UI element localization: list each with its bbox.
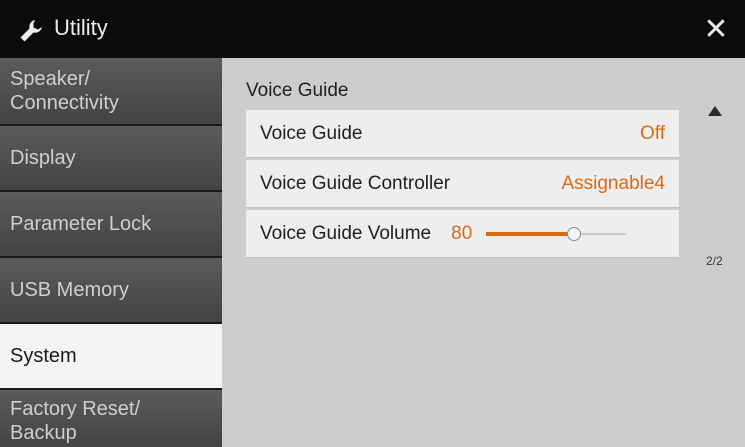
- voice-guide-volume-value: 80: [451, 222, 473, 244]
- voice-guide-controller-label: Voice Guide Controller: [260, 172, 451, 194]
- page-indicator: 2/2: [706, 254, 723, 268]
- voice-guide-controller-value: Assignable4: [561, 172, 665, 194]
- title-bar: Utility ✕: [0, 0, 745, 58]
- sidebar-item-label: Display: [10, 147, 76, 169]
- sidebar-item-usb-memory[interactable]: USB Memory: [0, 258, 222, 322]
- section-title: Voice Guide: [246, 80, 349, 101]
- sidebar-item-label: Factory Reset/ Backup: [10, 398, 141, 444]
- sidebar-item-system[interactable]: System: [0, 324, 222, 388]
- slider-fill: [486, 231, 575, 236]
- sidebar-item-label: System: [10, 345, 77, 367]
- voice-guide-controller-row[interactable]: Voice Guide Controller Assignable4: [246, 160, 679, 208]
- voice-guide-volume-slider[interactable]: [486, 224, 627, 244]
- voice-guide-row[interactable]: Voice Guide Off: [246, 110, 679, 158]
- close-button[interactable]: ✕: [687, 0, 745, 58]
- wrench-icon: [18, 18, 44, 44]
- sidebar-item-label: Speaker/ Connectivity: [10, 68, 119, 114]
- sidebar-item-factory-reset-backup[interactable]: Factory Reset/ Backup: [0, 390, 222, 447]
- voice-guide-volume-label: Voice Guide Volume: [260, 222, 432, 244]
- scroll-up-icon[interactable]: [708, 106, 722, 116]
- main-panel: Voice Guide Voice Guide Off Voice Guide …: [222, 58, 745, 447]
- voice-guide-label: Voice Guide: [260, 122, 363, 144]
- voice-guide-value: Off: [640, 122, 665, 144]
- sidebar-item-label: Parameter Lock: [10, 213, 152, 235]
- window-title: Utility: [54, 15, 108, 40]
- sidebar-item-label: USB Memory: [10, 279, 129, 301]
- utility-screen: Utility ✕ Speaker/ Connectivity Display …: [0, 0, 745, 447]
- sidebar-item-display[interactable]: Display: [0, 126, 222, 190]
- voice-guide-volume-row[interactable]: Voice Guide Volume 80: [246, 210, 679, 258]
- slider-knob[interactable]: [567, 226, 582, 241]
- sidebar-item-speaker-connectivity[interactable]: Speaker/ Connectivity: [0, 58, 222, 124]
- sidebar: Speaker/ Connectivity Display Parameter …: [0, 58, 222, 447]
- close-icon: ✕: [703, 12, 729, 46]
- sidebar-item-parameter-lock[interactable]: Parameter Lock: [0, 192, 222, 256]
